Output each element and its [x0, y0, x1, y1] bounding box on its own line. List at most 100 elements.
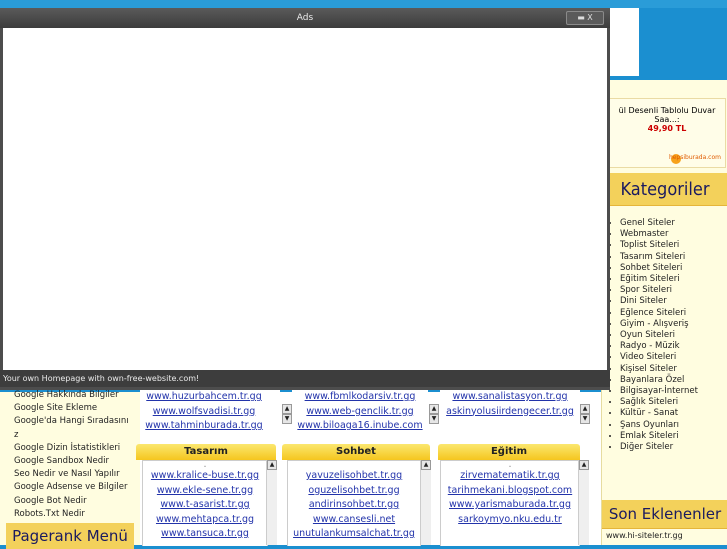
- link-list: www.fbmlkodarsiv.tr.gg www.web-genclik.t…: [292, 390, 428, 434]
- category-item[interactable]: Diğer Siteler: [620, 442, 698, 453]
- site-link[interactable]: oguzelisohbet.tr.gg: [288, 484, 420, 499]
- site-link[interactable]: www.kralice-buse.tr.gg: [143, 469, 267, 484]
- scroll-down-icon[interactable]: ▼: [580, 414, 590, 424]
- site-link[interactable]: www.sanalistasyon.tr.gg: [440, 390, 580, 405]
- category-item[interactable]: Kişisel Siteler: [620, 364, 698, 375]
- category-item[interactable]: Sohbet Siteleri: [620, 263, 698, 274]
- scroll-up-icon[interactable]: ▲: [267, 460, 277, 470]
- category-item[interactable]: Spor Siteleri: [620, 285, 698, 296]
- category-item[interactable]: Oyun Siteleri: [620, 330, 698, 341]
- category-item[interactable]: Eğlence Siteleri: [620, 308, 698, 319]
- close-icon[interactable]: ▬ X: [566, 11, 604, 25]
- scroll-controls: ▲ ▼: [429, 404, 439, 424]
- scroll-up-icon[interactable]: ▲: [421, 460, 431, 470]
- site-link[interactable]: www.mehtapca.tr.gg: [143, 513, 267, 528]
- left-link[interactable]: Robots.Txt Nedir: [14, 508, 140, 521]
- left-link[interactable]: Google Adsense ve Bilgiler: [14, 481, 140, 494]
- recent-item[interactable]: www.hi-siteler.tr.gg: [606, 531, 683, 540]
- scroll-up-icon[interactable]: ▲: [282, 404, 292, 414]
- site-link[interactable]: www.web-genclik.tr.gg: [292, 405, 428, 420]
- link-list: . www.kralice-buse.tr.gg www.ekle-sene.t…: [143, 459, 267, 542]
- scroll-down-icon[interactable]: ▼: [282, 414, 292, 424]
- link-box: www.fbmlkodarsiv.tr.gg www.web-genclik.t…: [292, 390, 428, 434]
- box-title-sohbet: Sohbet: [282, 444, 430, 460]
- site-link[interactable]: unutulankumsalchat.tr.gg: [288, 527, 420, 542]
- site-link[interactable]: www.biloaga16.inube.com: [292, 419, 428, 434]
- left-link[interactable]: Google Hakkında Bilgiler: [14, 389, 140, 402]
- link-list: . zirvematematik.tr.gg tarihmekani.blogs…: [441, 459, 579, 528]
- main-content: Google Hakkında Bilgiler Google Site Ekl…: [0, 389, 601, 549]
- category-item[interactable]: Bayanlara Özel: [620, 375, 698, 386]
- category-item[interactable]: Emlak Siteleri: [620, 431, 698, 442]
- site-link[interactable]: andirinsohbet.tr.gg: [288, 498, 420, 513]
- category-item[interactable]: Şans Oyunları: [620, 420, 698, 431]
- left-link[interactable]: Google Sandbox Nedir: [14, 455, 140, 468]
- category-item[interactable]: Toplist Siteleri: [620, 240, 698, 251]
- category-item[interactable]: Tasarım Siteleri: [620, 252, 698, 263]
- category-item[interactable]: Radyo - Müzik: [620, 341, 698, 352]
- site-link[interactable]: www.fbmlkodarsiv.tr.gg: [292, 390, 428, 405]
- categories-list: Genel Siteler Webmaster Toplist Siteleri…: [610, 218, 698, 453]
- left-link[interactable]: Google Bot Nedir: [14, 495, 140, 508]
- ad-title: ül Desenli Tablolu Duvar Saa...:: [618, 106, 716, 124]
- category-item[interactable]: Dini Siteler: [620, 296, 698, 307]
- scroll-up-icon[interactable]: ▲: [579, 460, 589, 470]
- left-link[interactable]: Google Site Ekleme: [14, 402, 140, 415]
- modal-title: Ads: [296, 13, 314, 23]
- right-sidebar: ül Desenli Tablolu Duvar Saa...: 49,90 T…: [601, 80, 727, 545]
- ad-price: 49,90 TL: [647, 124, 687, 133]
- product-ad[interactable]: ül Desenli Tablolu Duvar Saa...: 49,90 T…: [608, 98, 726, 168]
- scrollbar[interactable]: ▲: [266, 460, 277, 545]
- site-link[interactable]: www.ekle-sene.tr.gg: [143, 484, 267, 499]
- recent-title: Son Eklenenler: [602, 500, 727, 529]
- site-link[interactable]: zirvematematik.tr.gg: [441, 469, 579, 484]
- scroll-controls: ▲ ▼: [580, 404, 590, 424]
- left-sidebar: Google Hakkında Bilgiler Google Site Ekl…: [0, 389, 140, 549]
- category-item[interactable]: Webmaster: [620, 229, 698, 240]
- site-link[interactable]: www.t-asarist.tr.gg: [143, 498, 267, 513]
- site-link[interactable]: tarihmekani.blogspot.com: [441, 484, 579, 499]
- pagerank-title: Pagerank Menü: [6, 523, 134, 549]
- ad-brand: hepsiburada.com: [668, 154, 721, 161]
- google-links: Google Hakkında Bilgiler Google Site Ekl…: [14, 389, 140, 521]
- categories-title: Kategoriler: [602, 173, 727, 206]
- category-item[interactable]: Eğitim Siteleri: [620, 274, 698, 285]
- box-title-tasarim: Tasarım: [136, 444, 276, 460]
- category-item[interactable]: Sağlık Siteleri: [620, 397, 698, 408]
- modal-body: [3, 28, 607, 370]
- left-link[interactable]: Google Dizin İstatistikleri: [14, 442, 140, 455]
- site-link[interactable]: www.tahminburada.tr.gg: [140, 419, 268, 434]
- scrollbar[interactable]: ▲: [578, 460, 589, 545]
- site-link[interactable]: sarkoymyo.nku.edu.tr: [441, 513, 579, 528]
- site-link: .: [203, 459, 207, 470]
- site-link[interactable]: askinyolusiirdengecer.tr.gg: [440, 405, 580, 420]
- site-link[interactable]: www.wolfsvadisi.tr.gg: [140, 405, 268, 420]
- scroll-down-icon[interactable]: ▼: [429, 414, 439, 424]
- scrollbar[interactable]: ▲: [420, 460, 431, 545]
- site-link[interactable]: www.tansuca.tr.gg: [143, 527, 267, 542]
- site-link[interactable]: yavuzelisohbet.tr.gg: [288, 469, 420, 484]
- ads-modal: Ads ▬ X Your own Homepage with own-free-…: [0, 8, 610, 390]
- link-list: www.huzurbahcem.tr.gg www.wolfsvadisi.tr…: [140, 390, 268, 434]
- link-box: www.sanalistasyon.tr.gg askinyolusiirden…: [440, 390, 580, 434]
- site-link[interactable]: www.cansesli.net: [288, 513, 420, 528]
- link-list: www.sanalistasyon.tr.gg askinyolusiirden…: [440, 390, 580, 419]
- category-item[interactable]: Giyim - Alışveriş: [620, 319, 698, 330]
- category-item[interactable]: Bilgisayar-İnternet: [620, 386, 698, 397]
- category-item[interactable]: Video Siteleri: [620, 352, 698, 363]
- scroll-up-icon[interactable]: ▲: [429, 404, 439, 414]
- left-link[interactable]: z: [14, 429, 140, 442]
- modal-footer[interactable]: Your own Homepage with own-free-website.…: [0, 370, 610, 387]
- site-link[interactable]: www.huzurbahcem.tr.gg: [140, 390, 268, 405]
- left-link[interactable]: Seo Nedir ve Nasıl Yapılır: [14, 468, 140, 481]
- link-box: www.huzurbahcem.tr.gg www.wolfsvadisi.tr…: [140, 390, 280, 434]
- link-box-sohbet: yavuzelisohbet.tr.gg oguzelisohbet.tr.gg…: [287, 460, 421, 546]
- category-item[interactable]: Genel Siteler: [620, 218, 698, 229]
- scroll-up-icon[interactable]: ▲: [580, 404, 590, 414]
- site-link[interactable]: www.yarismaburada.tr.gg: [441, 498, 579, 513]
- category-item[interactable]: Kültür - Sanat: [620, 408, 698, 419]
- scroll-controls: ▲ ▼: [282, 404, 292, 424]
- site-link: .: [508, 459, 512, 470]
- left-link[interactable]: Google'da Hangi Sıradasını: [14, 415, 140, 428]
- box-title-egitim: Eğitim: [438, 444, 580, 460]
